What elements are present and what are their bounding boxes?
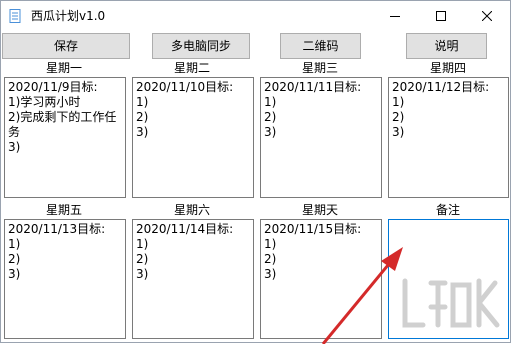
close-button[interactable] <box>464 1 510 31</box>
save-button[interactable]: 保存 <box>2 33 130 59</box>
day-line: 2)完成剩下的工作任务 <box>8 110 117 139</box>
day-textbox-thursday[interactable]: 2020/11/12目标: 1) 2) 3) <box>388 77 509 198</box>
day-textbox-wednesday[interactable]: 2020/11/11目标: 1) 2) 3) <box>260 77 382 198</box>
day-line: 2) <box>136 110 149 124</box>
day-line: 2020/11/12目标: <box>392 80 490 94</box>
help-button[interactable]: 说明 <box>406 33 487 59</box>
day-label-friday: 星期五 <box>45 203 82 217</box>
day-line: 3) <box>136 125 149 139</box>
app-icon <box>9 9 21 23</box>
day-label-tuesday: 星期二 <box>173 61 210 75</box>
multi-pc-sync-button[interactable]: 多电脑同步 <box>152 33 250 59</box>
day-textbox-tuesday[interactable]: 2020/11/10目标: 1) 2) 3) <box>132 77 254 198</box>
day-line: 3) <box>264 125 277 139</box>
day-line: 2020/11/14目标: <box>136 222 234 236</box>
watermark-logo <box>402 278 500 328</box>
day-line: 2020/11/11目标: <box>264 80 362 94</box>
day-line: 2020/11/15目标: <box>264 222 362 236</box>
day-line: 3) <box>8 140 21 154</box>
day-line: 1) <box>392 95 405 109</box>
day-label-wednesday: 星期三 <box>301 61 338 75</box>
day-line: 1)学习两小时 <box>8 95 81 109</box>
day-line: 2020/11/9目标: <box>8 80 98 94</box>
title-bar: 西瓜计划v1.0 <box>1 1 510 31</box>
day-line: 2) <box>264 110 277 124</box>
day-line: 1) <box>136 237 149 251</box>
qrcode-button[interactable]: 二维码 <box>280 33 361 59</box>
day-textbox-monday[interactable]: 2020/11/9目标: 1)学习两小时 2)完成剩下的工作任务 3) <box>4 77 126 198</box>
day-line: 2) <box>8 252 21 266</box>
day-line: 2) <box>264 252 277 266</box>
app-window: 西瓜计划v1.0 保存 多电脑同步 二维码 说明 星期一 星期二 星期三 星期四… <box>0 0 511 344</box>
day-line: 1) <box>8 237 21 251</box>
minimize-icon <box>390 16 400 17</box>
window-title: 西瓜计划v1.0 <box>31 9 106 23</box>
day-label-saturday: 星期六 <box>173 203 210 217</box>
notes-label: 备注 <box>435 203 460 217</box>
day-textbox-sunday[interactable]: 2020/11/15目标: 1) 2) 3) <box>260 219 382 339</box>
close-icon <box>482 11 492 21</box>
minimize-button[interactable] <box>372 1 418 31</box>
day-line: 1) <box>136 95 149 109</box>
day-line: 3) <box>392 125 405 139</box>
maximize-icon <box>436 11 446 21</box>
day-line: 3) <box>8 267 21 281</box>
day-line: 3) <box>264 267 277 281</box>
day-line: 1) <box>264 95 277 109</box>
day-line: 2) <box>136 252 149 266</box>
day-label-monday: 星期一 <box>45 61 82 75</box>
day-line: 3) <box>136 267 149 281</box>
day-line: 1) <box>264 237 277 251</box>
day-label-sunday: 星期天 <box>301 203 338 217</box>
day-line: 2020/11/10目标: <box>136 80 234 94</box>
maximize-button[interactable] <box>418 1 464 31</box>
day-textbox-saturday[interactable]: 2020/11/14目标: 1) 2) 3) <box>132 219 254 339</box>
day-textbox-friday[interactable]: 2020/11/13目标: 1) 2) 3) <box>4 219 126 339</box>
day-line: 2) <box>392 110 405 124</box>
day-line: 2020/11/13目标: <box>8 222 106 236</box>
day-label-thursday: 星期四 <box>429 61 466 75</box>
